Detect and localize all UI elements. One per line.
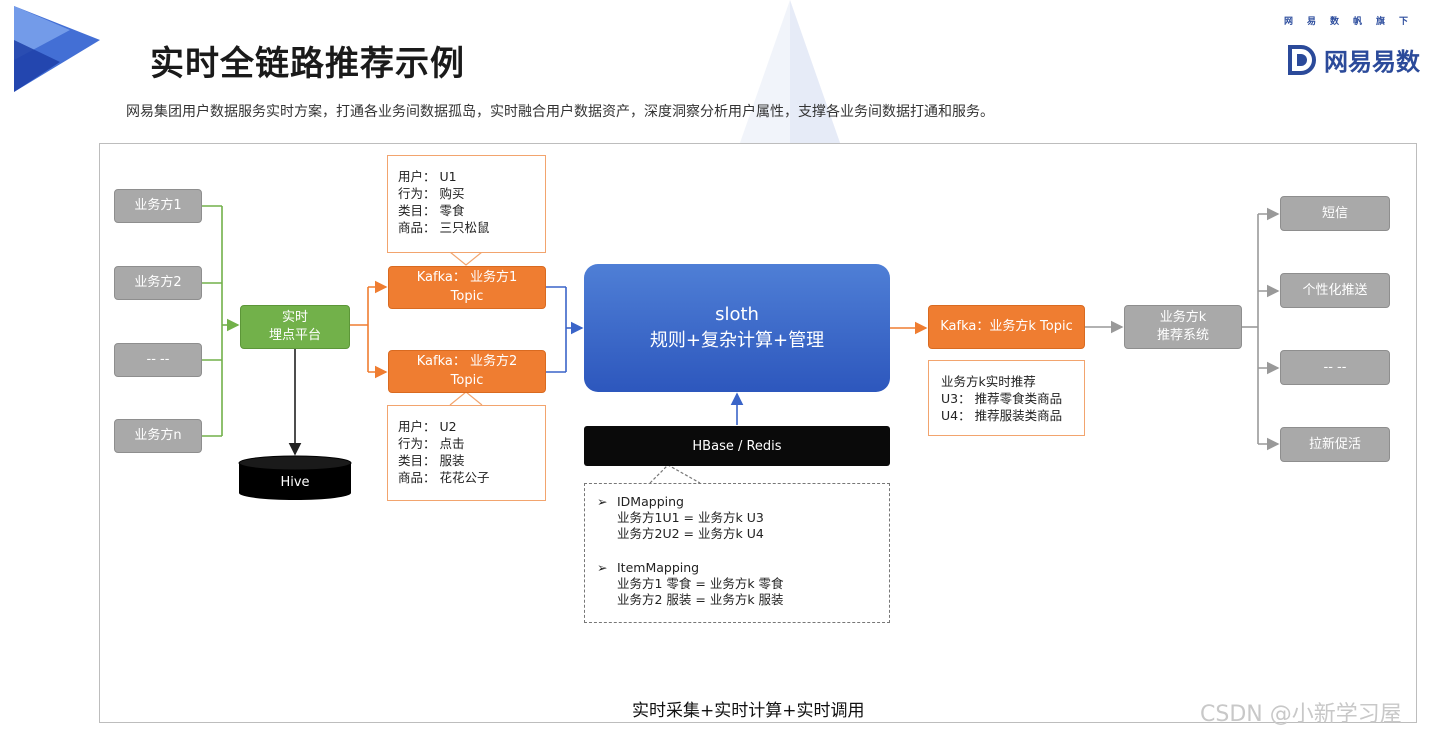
kafka-topic-2: Kafka： 业务方2 Topic [388, 350, 546, 393]
note1-line: 行为： 购买 [398, 186, 465, 201]
collector-line1: 实时 [281, 310, 308, 326]
mapping-box: ➢ IDMapping 业务方1U1 = 业务方k U3 业务方2U2 = 业务方… [584, 483, 890, 623]
id-mapping-line: 业务方2U2 = 业务方k U4 [617, 526, 764, 541]
hive-label: Hive [280, 475, 310, 490]
bullet-arrow-icon: ➢ [597, 560, 608, 575]
event-note-2: 用户： U2 行为： 点击 类目： 服装 商品： 花花公子 [387, 405, 546, 501]
sloth-desc: 规则+复杂计算+管理 [649, 330, 825, 351]
note3-line: 业务方k实时推荐 [941, 374, 1036, 389]
output-more: -- -- [1280, 350, 1390, 385]
item-mapping-line: 业务方2 服装 = 业务方k 服装 [617, 592, 784, 607]
source-box-more: -- -- [114, 343, 202, 377]
collector-line2: 埋点平台 [268, 328, 321, 343]
recsys-line2: 推荐系统 [1156, 328, 1209, 343]
kafka1-line1: Kafka： 业务方1 [416, 270, 518, 286]
recommender-system: 业务方k 推荐系统 [1124, 305, 1242, 349]
diagram-caption: 实时采集+实时计算+实时调用 [632, 701, 865, 721]
source-box-n: 业务方n [114, 419, 202, 453]
item-mapping-title: ItemMapping [617, 560, 700, 575]
note1-line: 用户： U1 [398, 169, 457, 184]
realtime-tracking-platform: 实时 埋点平台 [240, 305, 350, 349]
source-box-2: 业务方2 [114, 266, 202, 300]
note3-line: U3： 推荐零食类商品 [941, 391, 1063, 406]
kafka2-line2: Topic [450, 372, 484, 388]
item-mapping-line: 业务方1 零食 = 业务方k 零食 [617, 576, 784, 591]
sloth-name: sloth [715, 303, 759, 325]
output-sms: 短信 [1280, 196, 1390, 231]
kafka-topic-1: Kafka： 业务方1 Topic [388, 266, 546, 309]
event-note-1: 用户： U1 行为： 购买 类目： 零食 商品： 三只松鼠 [387, 155, 546, 253]
kafka1-line2: Topic [450, 288, 484, 304]
recommendation-note: 业务方k实时推荐 U3： 推荐零食类商品 U4： 推荐服装类商品 [928, 360, 1085, 436]
source-box-1: 业务方1 [114, 189, 202, 223]
note2-line: 用户： U2 [398, 419, 457, 434]
id-mapping-title: IDMapping [617, 494, 684, 509]
output-push: 个性化推送 [1280, 273, 1390, 308]
note3-line: U4： 推荐服装类商品 [941, 408, 1063, 423]
sloth-engine: sloth 规则+复杂计算+管理 [584, 264, 890, 392]
note2-line: 行为： 点击 [398, 436, 465, 451]
recsys-line1: 业务方k [1159, 310, 1207, 326]
watermark: CSDN @小新学习屋 [1200, 702, 1402, 727]
note2-line: 类目： 服装 [398, 453, 465, 468]
id-mapping-line: 业务方1U1 = 业务方k U3 [617, 510, 764, 525]
hbase-redis-store: HBase / Redis [584, 426, 890, 466]
output-growth: 拉新促活 [1280, 427, 1390, 462]
note1-line: 商品： 三只松鼠 [398, 220, 490, 235]
kafka-topic-k: Kafka：业务方k Topic [928, 305, 1085, 349]
kafka2-line1: Kafka： 业务方2 [416, 354, 518, 370]
note1-line: 类目： 零食 [398, 203, 465, 218]
note2-line: 商品： 花花公子 [398, 470, 490, 485]
bullet-arrow-icon: ➢ [597, 494, 608, 509]
